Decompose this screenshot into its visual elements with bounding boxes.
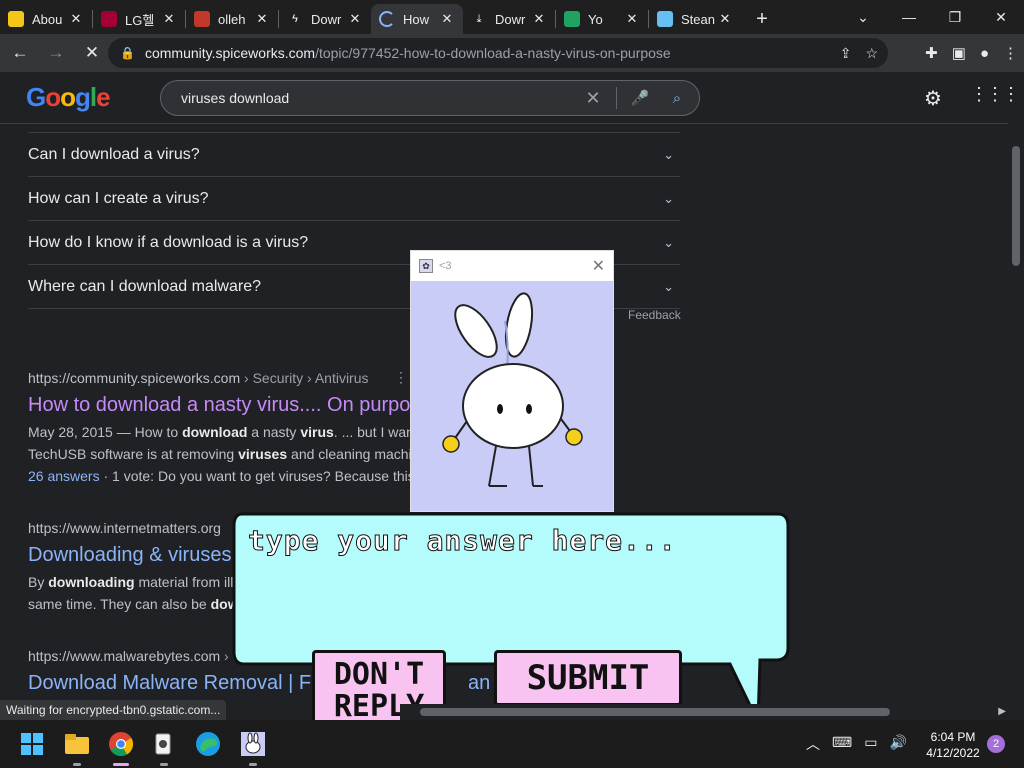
notification-badge[interactable]: 2 <box>987 735 1005 753</box>
back-button[interactable]: ← <box>4 37 36 69</box>
windows-taskbar: ︿ ⌨ ▭ 🔊 6:04 PM 4/12/2022 2 <box>0 720 1024 768</box>
extensions-puzzle-icon[interactable]: ✚ <box>925 44 938 62</box>
new-tab-button[interactable]: + <box>747 4 777 34</box>
system-tray: ︿ ⌨ ▭ 🔊 <box>806 734 907 754</box>
show-hidden-icons-chevron-icon[interactable]: ︿ <box>806 734 820 754</box>
bunny-app-taskbar-icon[interactable] <box>237 728 269 766</box>
lock-icon[interactable]: 🔒 <box>120 46 135 60</box>
search-box[interactable]: viruses download ✕ 🎤 ⌕ <box>160 80 700 116</box>
browser-tab[interactable]: Abou ✕ <box>0 4 92 34</box>
steam-icon <box>657 11 673 27</box>
gamepad-icon <box>194 11 210 27</box>
result-options-icon[interactable]: ⋮ <box>394 369 408 386</box>
microphone-icon[interactable]: 🎤 <box>625 89 655 107</box>
google-doodle-logo[interactable]: Google <box>26 82 118 114</box>
check-icon <box>564 11 580 27</box>
lg-icon <box>101 11 117 27</box>
horizontal-scrollbar[interactable]: ▶ <box>400 704 1008 720</box>
edge-icon[interactable] <box>192 728 224 760</box>
chevron-down-icon: ⌄ <box>663 278 674 294</box>
chevron-down-icon: ⌄ <box>663 234 674 250</box>
address-bar[interactable]: 🔒 community.spiceworks.com/topic/977452-… <box>108 38 888 68</box>
browser-tab[interactable]: ⤓ Dowr ✕ <box>463 4 555 34</box>
minimize-button[interactable]: — <box>886 0 932 34</box>
side-panel-icon[interactable]: ▣ <box>952 44 966 62</box>
forward-button[interactable]: → <box>40 37 72 69</box>
tab-strip: Abou ✕ LG헬 ✕ olleh ✕ ϟ Dowr ✕ How ✕ ⤓ Dowr ✕ Yo ✕ Stean ✕… <box>0 0 1024 34</box>
bookmark-star-icon[interactable]: ☆ <box>865 45 878 62</box>
answers-link[interactable]: 26 answers <box>28 468 100 484</box>
chrome-icon[interactable] <box>105 728 137 766</box>
tab-close-icon[interactable]: ✕ <box>161 11 177 27</box>
vertical-scrollbar[interactable] <box>1008 124 1024 704</box>
download-icon: ⤓ <box>476 12 482 25</box>
popup-title: <3 <box>439 260 452 272</box>
url-text: community.spiceworks.com/topic/977452-ho… <box>144 45 671 61</box>
close-window-button[interactable]: ✕ <box>978 0 1024 34</box>
status-bar: Waiting for encrypted-tbn0.gstatic.com..… <box>0 700 227 720</box>
windows-start-icon[interactable] <box>16 728 48 760</box>
bunny-app-icon: ✿ <box>419 259 433 273</box>
restore-button[interactable]: ❐ <box>932 0 978 34</box>
search-icon[interactable]: ⌕ <box>655 90 699 107</box>
tab-close-icon[interactable]: ✕ <box>254 11 270 27</box>
settings-gear-icon[interactable]: ⚙ <box>924 86 942 111</box>
popup-close-button[interactable]: ✕ <box>592 256 605 276</box>
browser-tab[interactable]: LG헬 ✕ <box>93 4 185 34</box>
bunny-illustration <box>442 292 583 487</box>
file-explorer-icon[interactable] <box>61 728 93 766</box>
apps-grid-icon[interactable]: ⋮⋮⋮ <box>970 84 1020 105</box>
smiley-icon <box>8 11 24 27</box>
answer-input[interactable]: type your answer here... <box>248 524 677 558</box>
browser-tab[interactable]: olleh ✕ <box>186 4 278 34</box>
loading-icon <box>379 11 395 27</box>
share-icon[interactable]: ⇪ <box>840 45 852 62</box>
window-controls: ⌄ — ❐ ✕ <box>840 0 1024 34</box>
menu-kebab-icon[interactable]: ⋮ <box>1003 44 1018 62</box>
tab-close-icon[interactable]: ✕ <box>347 11 363 27</box>
submit-button[interactable]: SUBMIT <box>494 650 682 706</box>
browser-tab[interactable]: How ✕ <box>371 4 463 34</box>
screen: Abou ✕ LG헬 ✕ olleh ✕ ϟ Dowr ✕ How ✕ ⤓ Dowr ✕ Yo ✕ Stean ✕… <box>0 0 1024 768</box>
tab-search-chevron-icon[interactable]: ⌄ <box>840 0 886 34</box>
tab-close-icon[interactable]: ✕ <box>624 11 640 27</box>
browser-tab[interactable]: Yo ✕ <box>556 4 648 34</box>
network-icon[interactable]: ▭ <box>864 734 877 754</box>
browser-tab[interactable]: ϟ Dowr ✕ <box>279 4 371 34</box>
search-input[interactable]: viruses download <box>181 90 578 106</box>
tab-close-icon[interactable]: ✕ <box>439 11 455 27</box>
scroll-right-arrow-icon: ▶ <box>998 706 1006 717</box>
bolt-icon: ϟ <box>292 13 298 25</box>
chevron-down-icon: ⌄ <box>663 190 674 206</box>
keyboard-icon[interactable]: ⌨ <box>832 734 852 754</box>
chevron-down-icon: ⌄ <box>663 146 674 162</box>
paa-item[interactable]: How can I create a virus? ⌄ <box>28 176 680 220</box>
browser-tab[interactable]: Stean ✕ <box>649 4 741 34</box>
browser-toolbar: ← → ✕ 🔒 community.spiceworks.com/topic/9… <box>0 34 1024 72</box>
cards-app-icon[interactable] <box>148 728 180 766</box>
google-header: Google viruses download ✕ 🎤 ⌕ ⚙ ⋮⋮⋮ <box>0 72 1020 124</box>
stop-loading-button[interactable]: ✕ <box>76 37 108 69</box>
profile-avatar-icon[interactable]: ● <box>980 45 989 62</box>
popup-titlebar[interactable]: ✿ <3 <box>411 251 613 281</box>
taskbar-clock[interactable]: 6:04 PM 4/12/2022 <box>920 729 986 761</box>
volume-icon[interactable]: 🔊 <box>889 734 906 754</box>
tab-close-icon[interactable]: ✕ <box>531 11 547 27</box>
paa-item[interactable]: Can I download a virus? ⌄ <box>28 132 680 176</box>
clear-icon[interactable]: ✕ <box>578 88 608 109</box>
bunny-popup-window[interactable]: ✿ <3 ✕ <box>410 250 614 512</box>
tab-close-icon[interactable]: ✕ <box>68 11 84 27</box>
feedback-link[interactable]: Feedback <box>628 308 681 322</box>
tab-close-icon[interactable]: ✕ <box>717 11 733 27</box>
